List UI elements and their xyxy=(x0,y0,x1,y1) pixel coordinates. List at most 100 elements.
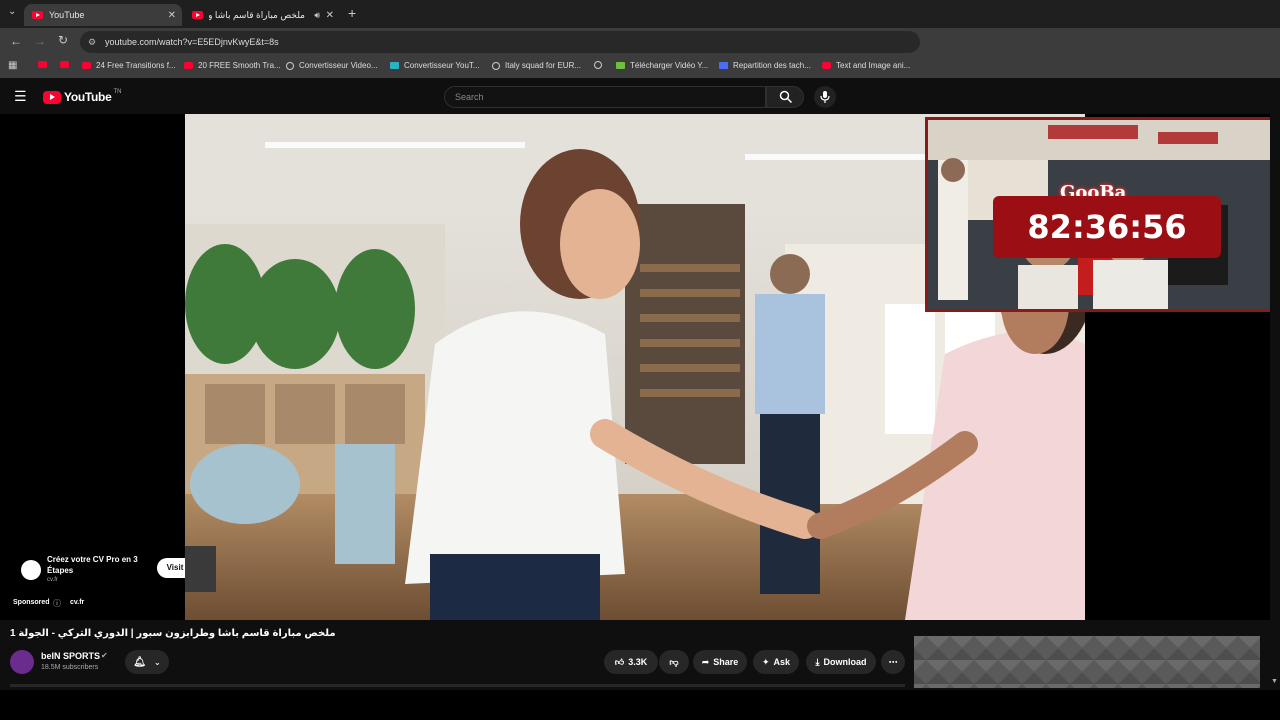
dislike-button[interactable]: 👎︎ xyxy=(659,650,689,674)
browser-tab-strip: ⌄ YouTube ✕ ملخص مباراة قاسم باشا وطر 🔊︎… xyxy=(0,0,1280,28)
bookmark-label: 24 Free Transitions f... xyxy=(96,61,176,70)
bookmark-label: Italy squad for EUR... xyxy=(505,61,582,70)
bookmarks-bar: ▦ 24 Free Transitions f... 20 FREE Smoot… xyxy=(0,56,1280,78)
download-button[interactable]: ⤓ Download xyxy=(806,650,876,674)
bookmark-label: Text and Image ani... xyxy=(836,61,911,70)
tab-youtube[interactable]: YouTube ✕ xyxy=(24,4,182,26)
site-info-icon[interactable]: ⚙ xyxy=(88,31,96,53)
search-placeholder: Search xyxy=(455,92,484,102)
video-player[interactable]: GooBa 82:36:56 Créez votre CV Pro en 3 É… xyxy=(0,114,1280,620)
thumbs-up-icon: 👍︎ xyxy=(614,656,625,667)
bookmark-item[interactable]: Convertisseur YouT... xyxy=(390,61,480,70)
horizontal-divider xyxy=(10,684,905,687)
bookmark-item[interactable]: Télécharger Vidéo Y... xyxy=(616,61,708,70)
doc-icon xyxy=(719,62,728,69)
logo-region: TN xyxy=(113,89,122,95)
forward-arrow-icon[interactable]: → xyxy=(34,34,46,48)
notification-bell-button[interactable]: 🔔︎ ⌄ xyxy=(125,650,169,674)
thumbs-down-icon: 👎︎ xyxy=(669,656,679,667)
verified-icon: ✔ xyxy=(101,651,108,660)
globe-icon xyxy=(492,61,500,70)
youtube-icon xyxy=(82,62,91,69)
bookmark-label: 20 FREE Smooth Tra... xyxy=(198,61,281,70)
bookmark-item[interactable]: Convertisseur Video... xyxy=(286,61,378,70)
logo-text: YouTube xyxy=(64,90,112,104)
speaker-icon[interactable]: 🔊︎ xyxy=(314,10,320,21)
download-label: Download xyxy=(823,657,867,667)
chevron-down-icon: ⌄ xyxy=(154,657,161,667)
share-icon: ➦ xyxy=(701,656,710,667)
scroll-down-arrow-icon[interactable]: ▼ xyxy=(1271,678,1278,685)
bookmark-item[interactable] xyxy=(60,61,74,68)
info-icon[interactable]: ⓘ xyxy=(53,598,61,609)
like-count: 3.3K xyxy=(628,657,648,667)
bookmark-item[interactable]: 20 FREE Smooth Tra... xyxy=(184,61,281,70)
sponsored-label: Sponsored xyxy=(13,599,50,606)
countdown-timer-box: 82:36:56 xyxy=(993,196,1221,258)
youtube-icon xyxy=(60,61,69,68)
microphone-icon xyxy=(820,91,830,103)
tab-title: ملخص مباراة قاسم باشا وطر xyxy=(209,9,305,20)
tab-video[interactable]: ملخص مباراة قاسم باشا وطر 🔊︎ ✕ xyxy=(184,4,340,26)
voice-search-button[interactable] xyxy=(814,86,836,108)
like-button[interactable]: 👍︎ 3.3K xyxy=(604,650,658,674)
bookmark-item[interactable]: Repartition des tach... xyxy=(719,61,811,70)
youtube-play-icon xyxy=(43,90,61,104)
youtube-logo[interactable]: YouTube TN xyxy=(43,89,122,104)
youtube-icon xyxy=(822,62,831,69)
more-horizontal-icon: ⋯ xyxy=(888,656,898,667)
share-button[interactable]: ➦ Share xyxy=(693,650,747,674)
share-label: Share xyxy=(713,657,739,667)
subscriber-count: 18.5M subscribers xyxy=(41,664,99,671)
close-icon[interactable]: ✕ xyxy=(326,10,334,21)
download-icon xyxy=(616,62,625,69)
back-arrow-icon[interactable]: ← xyxy=(10,34,22,48)
side-banner-image[interactable] xyxy=(914,636,1260,688)
bookmark-item[interactable]: Text and Image ani... xyxy=(822,61,910,70)
globe-icon xyxy=(286,61,294,70)
ask-button[interactable]: ✦ Ask xyxy=(753,650,799,674)
apps-grid-icon[interactable]: ▦ xyxy=(8,60,17,71)
reload-icon[interactable]: ↻ xyxy=(58,33,68,47)
more-actions-button[interactable]: ⋯ xyxy=(881,650,905,674)
channel-name[interactable]: beIN SPORTS xyxy=(41,651,100,661)
search-icon xyxy=(779,90,793,104)
youtube-header: ☰ YouTube TN Search xyxy=(0,80,1280,114)
sponsored-domain: cv.fr xyxy=(70,599,85,606)
converter-icon xyxy=(390,62,399,69)
ad-card[interactable]: Créez votre CV Pro en 3 Étapes cv.fr Vis… xyxy=(0,546,216,592)
download-icon: ⤓ xyxy=(815,656,820,667)
bell-icon: 🔔︎ xyxy=(133,656,146,668)
sparkle-icon: ✦ xyxy=(761,656,770,667)
bookmark-item[interactable]: 24 Free Transitions f... xyxy=(82,61,176,70)
youtube-icon xyxy=(38,61,47,68)
advertiser-logo xyxy=(21,560,41,580)
tab-list-chevron-icon[interactable]: ⌄ xyxy=(8,6,16,17)
page-scrollbar[interactable] xyxy=(1270,114,1280,690)
close-icon[interactable]: ✕ xyxy=(168,10,176,21)
ad-title: Créez votre CV Pro en 3 Étapes xyxy=(47,555,138,575)
youtube-icon xyxy=(184,62,193,69)
address-bar[interactable]: ⚙ youtube.com/watch?v=E5EDjnvKwyE&t=8s xyxy=(80,31,920,53)
youtube-icon xyxy=(32,11,43,19)
bookmark-label: Convertisseur YouT... xyxy=(404,61,480,70)
hamburger-menu-icon[interactable]: ☰ xyxy=(14,88,27,105)
search-button[interactable] xyxy=(766,86,804,108)
url-text: youtube.com/watch?v=E5EDjnvKwyE&t=8s xyxy=(105,37,279,47)
bookmark-item[interactable] xyxy=(38,61,52,68)
video-title: ملخص مباراة قاسم باشا وطرابزون سبور | ال… xyxy=(10,628,336,639)
bookmark-item[interactable]: Italy squad for EUR... xyxy=(492,61,581,70)
channel-avatar[interactable] xyxy=(10,650,34,674)
tab-title: YouTube xyxy=(49,10,85,20)
new-tab-button[interactable]: + xyxy=(348,5,356,21)
bookmark-item[interactable] xyxy=(594,61,607,69)
bookmark-label: Convertisseur Video... xyxy=(299,61,378,70)
bottom-strip xyxy=(0,690,1280,720)
timer-text: 82:36:56 xyxy=(1027,208,1187,246)
search-input[interactable]: Search xyxy=(444,86,766,108)
ad-side-panel xyxy=(185,546,216,592)
browser-toolbar: ← → ↻ ⚙ youtube.com/watch?v=E5EDjnvKwyE&… xyxy=(0,28,1280,56)
youtube-icon xyxy=(192,11,203,19)
bookmark-label: Repartition des tach... xyxy=(733,61,811,70)
ask-label: Ask xyxy=(773,657,791,667)
